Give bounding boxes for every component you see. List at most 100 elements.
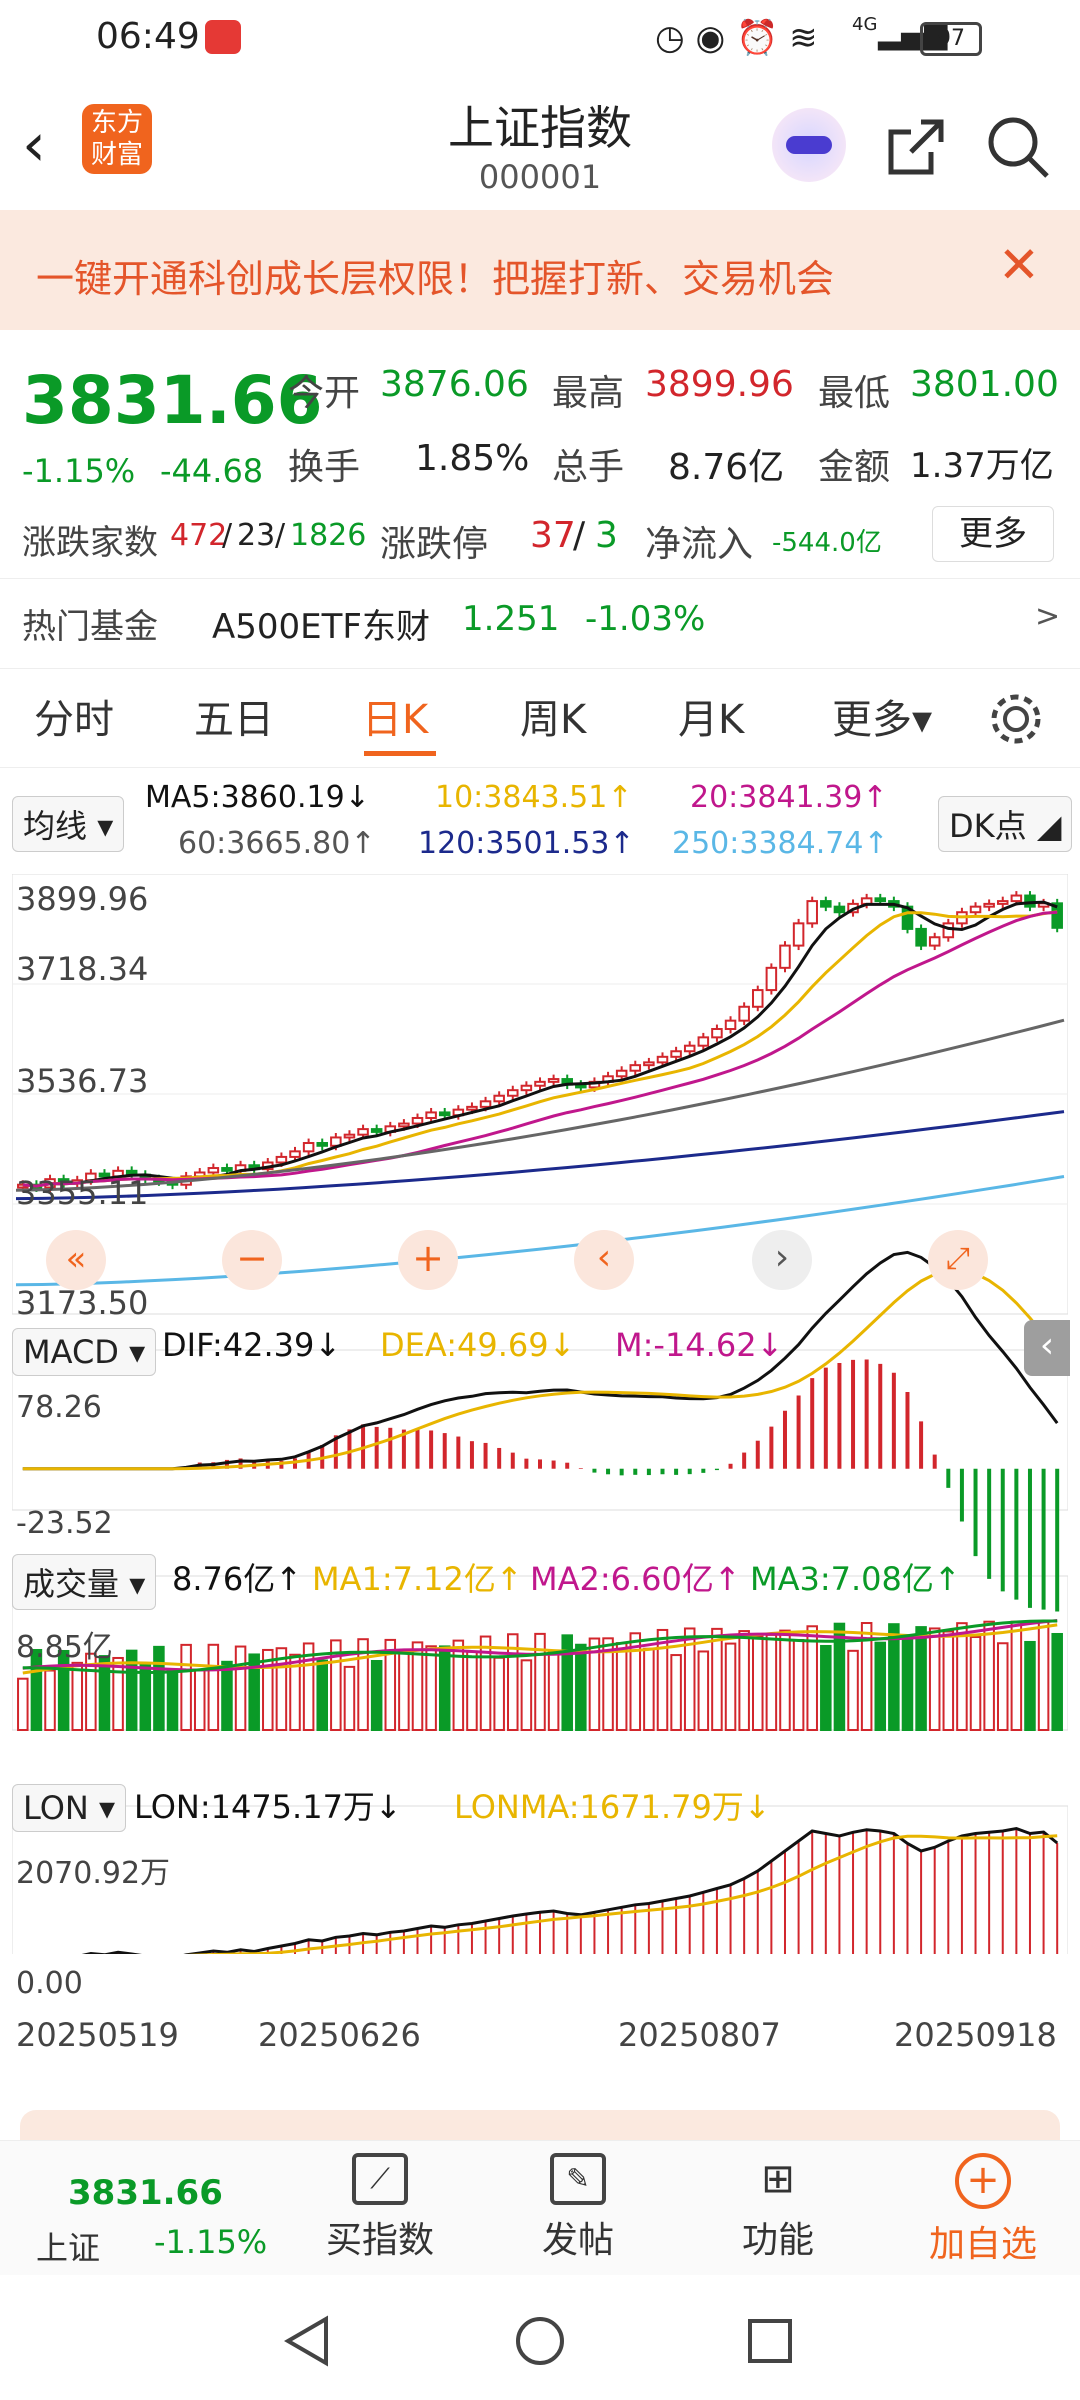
volume-bar bbox=[820, 1644, 832, 1732]
network-label: 4G bbox=[852, 14, 878, 35]
fullscreen-icon[interactable]: ⤢ bbox=[928, 1230, 988, 1290]
lon-selector-label: LON bbox=[23, 1789, 89, 1827]
candle-body bbox=[302, 1142, 315, 1153]
breadth-up: 472 bbox=[170, 518, 228, 553]
volume-bar bbox=[112, 1656, 124, 1731]
tab-more[interactable]: 更多▾ bbox=[832, 687, 932, 745]
home-nav-icon[interactable] bbox=[514, 2315, 566, 2367]
amount-label: 金额 bbox=[818, 447, 891, 488]
zoom-out-icon[interactable]: − bbox=[222, 1230, 282, 1290]
volume-bar bbox=[847, 1649, 859, 1731]
candle-body bbox=[357, 1128, 369, 1136]
tab-intraday[interactable]: 分时 bbox=[34, 687, 114, 745]
candle-body bbox=[752, 989, 764, 1008]
candle-body bbox=[398, 1122, 410, 1128]
low-label: 最低 bbox=[818, 373, 891, 414]
candle-body bbox=[411, 1116, 424, 1125]
candle-body bbox=[928, 936, 941, 947]
rewind-icon[interactable]: « bbox=[46, 1230, 106, 1290]
open-value: 3876.06 bbox=[380, 364, 529, 405]
hot-fund-row[interactable]: 热门基金 A500ETF东财 1.251 -1.03% > bbox=[0, 578, 1080, 660]
collapse-panel-icon[interactable]: ‹ bbox=[1024, 1320, 1070, 1376]
close-icon[interactable]: ✕ bbox=[998, 236, 1040, 294]
functions-label: 功能 bbox=[741, 2220, 814, 2261]
ma-selector[interactable]: 均线 ▾ bbox=[12, 796, 125, 852]
search-icon[interactable] bbox=[985, 114, 1051, 180]
candle-body bbox=[1010, 894, 1023, 903]
tab-monthly-k[interactable]: 月K bbox=[678, 687, 744, 745]
candle-body bbox=[792, 922, 805, 947]
volume-bar bbox=[779, 1629, 791, 1731]
header: ‹ 东方 财富 上证指数 000001 bbox=[0, 80, 1080, 210]
post-button[interactable]: ✎ 发帖 bbox=[508, 2151, 648, 2263]
status-time: 06:49 bbox=[96, 16, 200, 57]
macd-panel-frame bbox=[12, 1349, 1068, 1511]
banner-text: 一键开通科创成长层权限！把握打新、交易机会 bbox=[36, 257, 835, 301]
high-label: 最高 bbox=[552, 373, 625, 414]
k-axis-label: 3173.50 bbox=[16, 1284, 149, 1322]
tab-daily-k[interactable]: 日K bbox=[362, 687, 428, 745]
tab-five-day[interactable]: 五日 bbox=[194, 687, 274, 745]
ma-selector-label: 均线 bbox=[23, 807, 88, 845]
volume-bar bbox=[466, 1650, 478, 1731]
dk-point-button[interactable]: DK点 ◢ bbox=[938, 796, 1073, 852]
status-bar: 06:49 ◷ ◉ ⏰ ≋ 4G ▂▄▆ 97 bbox=[0, 0, 1080, 80]
gear-icon[interactable] bbox=[988, 691, 1044, 747]
lon-selector[interactable]: LON ▾ bbox=[12, 1784, 127, 1832]
volume-bar bbox=[207, 1643, 220, 1732]
period-tabs: 分时 五日 日K 周K 月K 更多▾ bbox=[0, 668, 1080, 768]
macd-selector[interactable]: MACD ▾ bbox=[12, 1328, 157, 1376]
volume-value-label: 8.76亿↑ bbox=[172, 1560, 303, 1598]
app-logo: 东方 财富 bbox=[82, 104, 152, 174]
assistant-avatar[interactable] bbox=[772, 108, 846, 182]
volume-bar bbox=[1010, 1620, 1023, 1732]
volume-ma1-label: MA1:7.12亿↑ bbox=[312, 1560, 523, 1598]
notification-icon bbox=[205, 20, 241, 54]
volume-selector[interactable]: 成交量 ▾ bbox=[12, 1554, 157, 1610]
buy-index-button[interactable]: ⟋ 买指数 bbox=[310, 2151, 450, 2263]
breadth-flat: 23 bbox=[237, 518, 276, 553]
volume-bar bbox=[656, 1628, 669, 1732]
volume-bar bbox=[71, 1661, 84, 1731]
move-left-icon[interactable]: ‹ bbox=[574, 1230, 634, 1290]
candle-body bbox=[697, 1036, 710, 1047]
back-nav-icon[interactable] bbox=[282, 2315, 332, 2367]
back-icon[interactable]: ‹ bbox=[22, 110, 46, 180]
date-label: 20250519 bbox=[16, 2016, 179, 2054]
functions-button[interactable]: ⊞ 功能 bbox=[708, 2151, 848, 2263]
ma20-label: 20:3841.39↑ bbox=[690, 780, 888, 815]
buy-index-label: 买指数 bbox=[325, 2220, 434, 2261]
tab-weekly-k[interactable]: 周K bbox=[520, 687, 586, 745]
candle-body bbox=[425, 1111, 437, 1119]
zoom-in-icon[interactable]: + bbox=[398, 1230, 458, 1290]
limit-down: 3 bbox=[595, 515, 618, 556]
volume-bar bbox=[425, 1645, 437, 1732]
turnover-value: 1.85% bbox=[415, 438, 530, 479]
add-watchlist-button[interactable]: + 加自选 bbox=[908, 2151, 1058, 2267]
ma5-label: MA5:3860.19↓ bbox=[145, 780, 370, 815]
recents-nav-icon[interactable] bbox=[746, 2317, 794, 2365]
mini-pct: -1.15% bbox=[154, 2223, 268, 2261]
page-title: 上证指数 bbox=[448, 101, 632, 155]
move-right-icon[interactable]: › bbox=[752, 1230, 812, 1290]
volume-bar bbox=[316, 1659, 328, 1732]
volume-selector-label: 成交量 bbox=[23, 1565, 120, 1603]
candle-body bbox=[833, 905, 846, 914]
dea-line bbox=[22, 1268, 1059, 1471]
candle-body bbox=[996, 900, 1009, 905]
limit-label: 涨跌停 bbox=[380, 524, 489, 565]
post-label: 发帖 bbox=[541, 2220, 614, 2261]
candle-body bbox=[479, 1100, 492, 1108]
promo-banner[interactable]: 一键开通科创成长层权限！把握打新、交易机会 ✕ bbox=[0, 210, 1080, 330]
dea-label: DEA:49.69↓ bbox=[380, 1326, 576, 1364]
share-icon[interactable] bbox=[885, 116, 947, 178]
fund-name: A500ETF东财 bbox=[212, 607, 430, 647]
volume-bar bbox=[520, 1659, 533, 1732]
candle-body bbox=[275, 1155, 288, 1164]
current-price: 3831.66 bbox=[22, 362, 323, 439]
index-mini-quote[interactable]: 3831.66 上证 -1.15% bbox=[22, 2149, 272, 2267]
breadth-label: 涨跌家数 bbox=[22, 523, 158, 563]
high-value: 3899.96 bbox=[645, 364, 794, 405]
k-axis-label: 3536.73 bbox=[16, 1062, 149, 1100]
more-button[interactable]: 更多 bbox=[932, 506, 1054, 562]
